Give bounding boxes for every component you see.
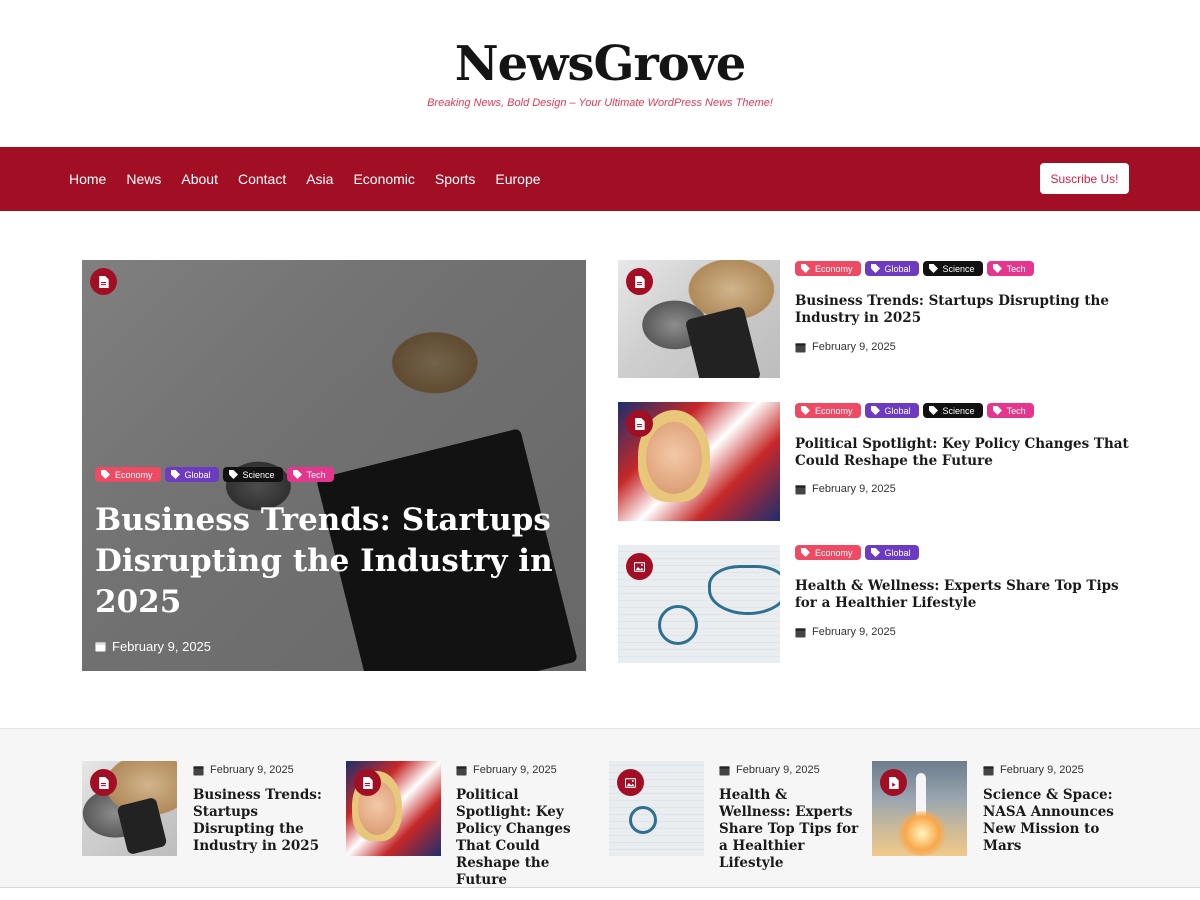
- side-post-tags: Economy Global Science Tech: [795, 261, 1038, 276]
- tag-icon: [928, 264, 938, 273]
- tag-economy[interactable]: Economy: [795, 261, 861, 276]
- tag-tech[interactable]: Tech: [286, 467, 334, 482]
- main-navigation: Home News About Contact Asia Economic Sp…: [0, 147, 1200, 211]
- document-icon: [90, 769, 117, 796]
- strip-post-date: February 9, 2025: [193, 764, 294, 776]
- tag-economy[interactable]: Economy: [795, 403, 861, 418]
- nav-item-news[interactable]: News: [126, 171, 161, 187]
- strip-post-title[interactable]: Business Trends: Startups Disrupting the…: [193, 787, 338, 855]
- site-tagline: Breaking News, Bold Design – Your Ultima…: [427, 97, 773, 109]
- strip-post-title[interactable]: Political Spotlight: Key Policy Changes …: [456, 787, 596, 889]
- tag-icon: [992, 264, 1002, 273]
- rocket-flame-image: [897, 811, 947, 856]
- nav-menu: Home News About Contact Asia Economic Sp…: [69, 147, 561, 211]
- tag-icon: [801, 406, 810, 415]
- document-icon: [354, 769, 381, 796]
- tag-icon: [870, 264, 880, 273]
- calculator-image: [116, 796, 168, 856]
- tag-icon: [101, 470, 110, 479]
- tag-icon: [992, 406, 1002, 415]
- nav-item-home[interactable]: Home: [69, 171, 106, 187]
- tag-economy[interactable]: Economy: [95, 467, 161, 482]
- subscribe-button[interactable]: Suscribe Us!: [1040, 163, 1129, 194]
- tag-icon: [928, 406, 938, 415]
- hero-title[interactable]: Business Trends: Startups Disrupting the…: [95, 500, 565, 623]
- document-icon: [90, 268, 117, 295]
- stethoscope-image: [629, 806, 657, 834]
- recent-posts-strip: February 9, 2025 Business Trends: Startu…: [0, 728, 1200, 888]
- side-post-date: February 9, 2025: [795, 626, 896, 638]
- side-post-title[interactable]: Political Spotlight: Key Policy Changes …: [795, 436, 1130, 470]
- tag-science[interactable]: Science: [222, 467, 283, 482]
- nav-item-asia[interactable]: Asia: [306, 171, 333, 187]
- calendar-icon: [795, 342, 806, 353]
- tag-icon: [228, 470, 238, 479]
- tag-economy[interactable]: Economy: [795, 545, 861, 560]
- tag-icon: [170, 470, 180, 479]
- site-title[interactable]: NewsGrove: [0, 36, 1200, 92]
- tag-icon: [801, 548, 810, 557]
- tag-global[interactable]: Global: [164, 467, 219, 482]
- tag-icon: [870, 406, 880, 415]
- strip-post-title[interactable]: Health & Wellness: Experts Share Top Tip…: [719, 787, 859, 872]
- tag-tech[interactable]: Tech: [986, 261, 1034, 276]
- side-post-title[interactable]: Business Trends: Startups Disrupting the…: [795, 293, 1125, 327]
- document-icon: [626, 410, 653, 437]
- calendar-icon: [795, 627, 806, 638]
- calendar-icon: [983, 765, 994, 776]
- calendar-icon: [193, 765, 204, 776]
- strip-post-date: February 9, 2025: [456, 764, 557, 776]
- tag-icon: [801, 264, 810, 273]
- strip-post-title[interactable]: Science & Space: NASA Announces New Miss…: [983, 787, 1128, 855]
- tag-global[interactable]: Global: [864, 403, 919, 418]
- face-image: [646, 422, 702, 494]
- tag-global[interactable]: Global: [864, 261, 919, 276]
- tag-science[interactable]: Science: [922, 261, 983, 276]
- stethoscope-image: [658, 605, 698, 645]
- nav-item-economic[interactable]: Economic: [353, 171, 414, 187]
- side-post-title[interactable]: Health & Wellness: Experts Share Top Tip…: [795, 578, 1125, 612]
- image-icon: [617, 769, 644, 796]
- image-icon: [626, 553, 653, 580]
- tag-science[interactable]: Science: [922, 403, 983, 418]
- side-post-tags: Economy Global Science Tech: [795, 403, 1038, 418]
- tag-icon: [292, 470, 302, 479]
- strip-post-date: February 9, 2025: [983, 764, 1084, 776]
- calendar-icon: [719, 765, 730, 776]
- tag-icon: [870, 548, 880, 557]
- stethoscope-tube-image: [708, 565, 780, 615]
- nav-item-about[interactable]: About: [181, 171, 218, 187]
- tag-tech[interactable]: Tech: [986, 403, 1034, 418]
- tag-global[interactable]: Global: [864, 545, 919, 560]
- calendar-icon: [95, 642, 106, 652]
- hero-date: February 9, 2025: [95, 639, 211, 654]
- side-post-date: February 9, 2025: [795, 341, 896, 353]
- side-post-date: February 9, 2025: [795, 483, 896, 495]
- video-file-icon: [880, 769, 907, 796]
- calendar-icon: [795, 484, 806, 495]
- calculator-image: [684, 305, 762, 378]
- side-post-tags: Economy Global: [795, 545, 923, 560]
- nav-item-contact[interactable]: Contact: [238, 171, 286, 187]
- site-header: NewsGrove Breaking News, Bold Design – Y…: [0, 0, 1200, 147]
- calendar-icon: [456, 765, 467, 776]
- hero-tags: Economy Global Science Tech: [95, 467, 338, 482]
- nav-item-europe[interactable]: Europe: [495, 171, 540, 187]
- document-icon: [626, 268, 653, 295]
- nav-item-sports[interactable]: Sports: [435, 171, 475, 187]
- strip-post-date: February 9, 2025: [719, 764, 820, 776]
